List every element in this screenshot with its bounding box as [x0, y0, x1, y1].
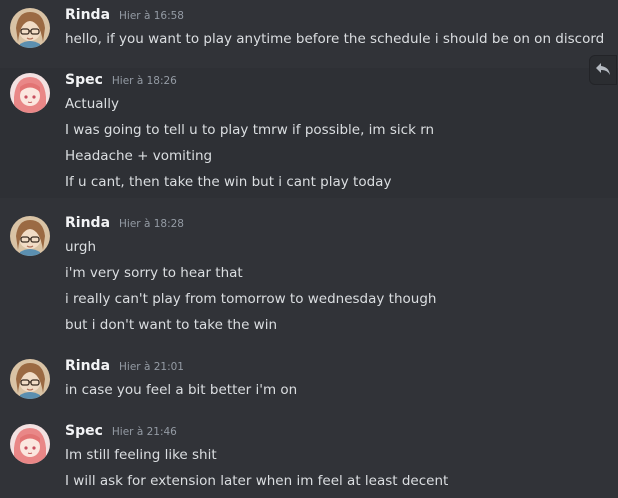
message-text: Headache + vomiting: [65, 148, 213, 164]
message-text: hello, if you want to play anytime befor…: [65, 31, 605, 47]
message-text: Im still feeling like shit: [65, 447, 217, 463]
message-header: Rinda Hier à 21:01: [65, 358, 184, 378]
message-text: i really can't play from tomorrow to wed…: [65, 291, 437, 307]
username[interactable]: Spec: [65, 72, 103, 88]
message-text: i'm very sorry to hear that: [65, 265, 243, 281]
timestamp[interactable]: Hier à 21:01: [119, 361, 184, 373]
message-text: If u cant, then take the win but i cant …: [65, 174, 392, 190]
message-text: I will ask for extension later when im f…: [65, 473, 449, 489]
avatar-rinda[interactable]: [10, 359, 50, 399]
message-header: Spec Hier à 21:46: [65, 423, 177, 443]
reply-button[interactable]: [589, 55, 617, 85]
reply-icon: [595, 61, 611, 80]
message-header: Rinda Hier à 18:28: [65, 215, 184, 235]
message-text: in case you feel a bit better i'm on: [65, 382, 298, 398]
message-header: Rinda Hier à 16:58: [65, 7, 184, 27]
username[interactable]: Rinda: [65, 215, 110, 231]
timestamp[interactable]: Hier à 18:28: [119, 218, 184, 230]
username[interactable]: Rinda: [65, 7, 110, 23]
avatar-rinda[interactable]: [10, 8, 50, 48]
timestamp[interactable]: Hier à 18:26: [112, 75, 177, 87]
username[interactable]: Rinda: [65, 358, 110, 374]
avatar-spec[interactable]: [10, 424, 50, 464]
timestamp[interactable]: Hier à 21:46: [112, 426, 177, 438]
message-text: Actually: [65, 96, 120, 112]
message-text: I was going to tell u to play tmrw if po…: [65, 122, 435, 138]
message-text: but i don't want to take the win: [65, 317, 278, 333]
message-text: urgh: [65, 239, 96, 255]
message-header: Spec Hier à 18:26: [65, 72, 177, 92]
avatar-spec[interactable]: [10, 73, 50, 113]
avatar-rinda[interactable]: [10, 216, 50, 256]
username[interactable]: Spec: [65, 423, 103, 439]
timestamp[interactable]: Hier à 16:58: [119, 10, 184, 22]
